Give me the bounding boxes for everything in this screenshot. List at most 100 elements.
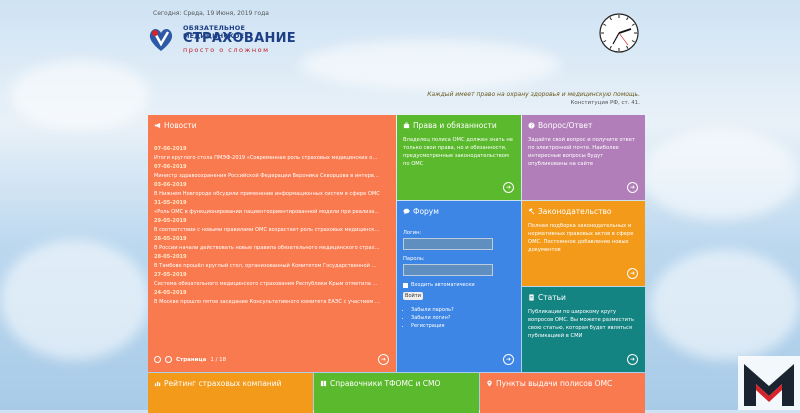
refs-tile[interactable]: Справочники ТФОМС и СМО — [314, 373, 479, 413]
qa-title: Вопрос/Ответ — [538, 121, 593, 130]
bar-chart-icon — [154, 381, 161, 387]
megaphone-icon — [154, 122, 161, 129]
login-form: Логин: Пароль: Входить автоматически Вой… — [403, 230, 515, 330]
rights-heading: Права и обязанности — [403, 121, 515, 130]
articles-tile[interactable]: Статьи Публикации по широкому кругу вопр… — [522, 287, 645, 372]
background-cloud — [300, 40, 560, 90]
current-date: Сегодня: Среда, 19 Июня, 2019 года — [153, 10, 269, 17]
news-date: 28-05-2019 — [154, 236, 187, 242]
list-item[interactable]: 24-05-2019 В Москве прошло пятое заседани… — [154, 290, 390, 305]
news-date: 07-06-2019 — [154, 146, 187, 152]
law-title: Законодательство — [538, 207, 612, 216]
qa-tile[interactable]: ? Вопрос/Ответ Задайте свой вопрос и пол… — [522, 115, 645, 200]
remember-label: Входить автоматически — [411, 282, 475, 288]
list-item[interactable]: 28-05-2019 В России начали действовать но… — [154, 236, 390, 251]
news-date: 27-05-2019 — [154, 272, 187, 278]
login-button[interactable]: Войти — [403, 292, 423, 300]
quote-source: Конституция РФ, ст. 41. — [570, 100, 640, 106]
register-link[interactable]: Регистрация — [411, 322, 515, 330]
news-date: 07-06-2019 — [154, 164, 187, 170]
rights-tile[interactable]: Права и обязанности Владелец полиса ОМС … — [397, 115, 521, 200]
analog-clock — [599, 13, 639, 53]
background-cloud — [0, 240, 150, 360]
list-item[interactable]: 28-05-2019 В Тамбове прошёл круглый стол,… — [154, 254, 390, 269]
law-description: Полная подборка законодательных и нормат… — [528, 223, 634, 254]
remember-me[interactable]: Входить автоматически — [403, 282, 515, 288]
news-list: 07-06-2019 Итоги круглого стола ПМЭФ-2019… — [154, 146, 390, 305]
prev-page-icon[interactable] — [154, 356, 161, 363]
chat-bubble-icon — [403, 208, 410, 215]
refs-title: Справочники ТФОМС и СМО — [330, 379, 441, 388]
news-heading: Новости — [154, 121, 390, 130]
background-cloud — [640, 130, 800, 220]
book-icon — [320, 380, 327, 387]
logo-heart-icon — [149, 29, 173, 51]
qa-arrow-icon[interactable]: ➜ — [627, 182, 638, 193]
news-tile: Новости 07-06-2019 Итоги круглого стола П… — [148, 115, 396, 372]
points-heading: Пункты выдачи полисов ОМС — [486, 379, 639, 388]
login-input[interactable] — [403, 238, 493, 250]
background-cloud — [10, 60, 150, 130]
news-link[interactable]: В соответствии с новыми правилами ОМС во… — [154, 227, 380, 233]
rights-description: Владелец полиса ОМС должен знать не толь… — [403, 137, 513, 168]
news-date: 03-06-2019 — [154, 182, 187, 188]
news-link[interactable]: Министр здравоохранения Российской Федер… — [154, 173, 380, 179]
law-tile[interactable]: Законодательство Полная подборка законод… — [522, 201, 645, 286]
list-item[interactable]: 31-05-2019 «Роль ОМС в функционировании п… — [154, 200, 390, 215]
forum-arrow-icon[interactable]: ➜ — [503, 354, 514, 365]
list-item[interactable]: 07-06-2019 Итоги круглого стола ПМЭФ-2019… — [154, 146, 390, 161]
logo-tagline: просто о сложном — [183, 46, 270, 54]
law-arrow-icon[interactable]: ➜ — [627, 268, 638, 279]
list-item[interactable]: 07-06-2019 Министр здравоохранения Россий… — [154, 164, 390, 179]
rights-arrow-icon[interactable]: ➜ — [503, 182, 514, 193]
news-link[interactable]: В Нижнем Новгороде обсудили применение и… — [154, 191, 380, 197]
briefcase-icon — [403, 122, 410, 129]
forgot-login-link[interactable]: Забыли логин? — [411, 314, 515, 322]
rating-heading: Рейтинг страховых компаний — [154, 379, 307, 388]
qa-heading: ? Вопрос/Ответ — [528, 121, 639, 130]
articles-title: Статьи — [538, 293, 566, 302]
list-item[interactable]: 03-06-2019 В Нижнем Новгороде обсудили пр… — [154, 182, 390, 197]
forum-links: Забыли пароль? Забыли логин? Регистрация — [403, 306, 515, 330]
news-link[interactable]: В Москве прошло пятое заседание Консульт… — [154, 299, 380, 305]
refs-heading: Справочники ТФОМС и СМО — [320, 379, 473, 388]
login-label: Логин: — [403, 230, 422, 236]
forum-tile: Форум Логин: Пароль: Входить автоматичес… — [397, 201, 521, 372]
news-link[interactable]: «Роль ОМС в функционировании пациентоори… — [154, 209, 380, 215]
question-icon: ? — [528, 122, 535, 129]
rating-tile[interactable]: Рейтинг страховых компаний — [148, 373, 313, 413]
points-tile[interactable]: Пункты выдачи полисов ОМС — [480, 373, 645, 413]
law-heading: Законодательство — [528, 207, 639, 216]
forgot-password-link[interactable]: Забыли пароль? — [411, 306, 515, 314]
forum-heading: Форум — [403, 207, 515, 216]
site-logo[interactable]: ОБЯЗАТЕЛЬНОЕ МЕДИЦИНСКОЕ СТРАХОВАНИЕ про… — [147, 22, 297, 54]
rights-title: Права и обязанности — [413, 121, 497, 130]
news-pager: Страница 1 / 18 — [154, 356, 226, 363]
news-date: 29-05-2019 — [154, 218, 187, 224]
points-title: Пункты выдачи полисов ОМС — [496, 379, 613, 388]
news-date: 31-05-2019 — [154, 200, 187, 206]
news-title: Новости — [164, 121, 197, 130]
articles-arrow-icon[interactable]: ➜ — [627, 354, 638, 365]
news-more-arrow-icon[interactable]: ➜ — [378, 354, 389, 365]
next-page-icon[interactable] — [165, 356, 172, 363]
svg-text:?: ? — [530, 123, 533, 129]
logo-line-2: СТРАХОВАНИЕ — [183, 31, 296, 46]
news-date: 28-05-2019 — [154, 254, 187, 260]
news-link[interactable]: В России начали действовать новые правил… — [154, 245, 380, 251]
list-item[interactable]: 29-05-2019 В соответствии с новыми правил… — [154, 218, 390, 233]
articles-description: Публикации по широкому кругу вопросов ОМ… — [528, 309, 635, 340]
watermark-m-logo-icon — [738, 356, 800, 410]
password-label: Пароль: — [403, 256, 425, 262]
pager-label: Страница — [176, 356, 207, 363]
rating-title: Рейтинг страховых компаний — [164, 379, 282, 388]
news-link[interactable]: В Тамбове прошёл круглый стол, организов… — [154, 263, 380, 269]
qa-description: Задайте свой вопрос и получите ответ по … — [528, 137, 635, 168]
map-pin-icon — [487, 380, 492, 387]
remember-checkbox[interactable] — [403, 282, 408, 288]
list-item[interactable]: 27-05-2019 Система обязательного медицинс… — [154, 272, 390, 287]
news-link[interactable]: Итоги круглого стола ПМЭФ-2019 «Современ… — [154, 155, 380, 161]
password-input[interactable] — [403, 264, 493, 276]
news-date: 24-05-2019 — [154, 290, 187, 296]
news-link[interactable]: Система обязательного медицинского страх… — [154, 281, 380, 287]
